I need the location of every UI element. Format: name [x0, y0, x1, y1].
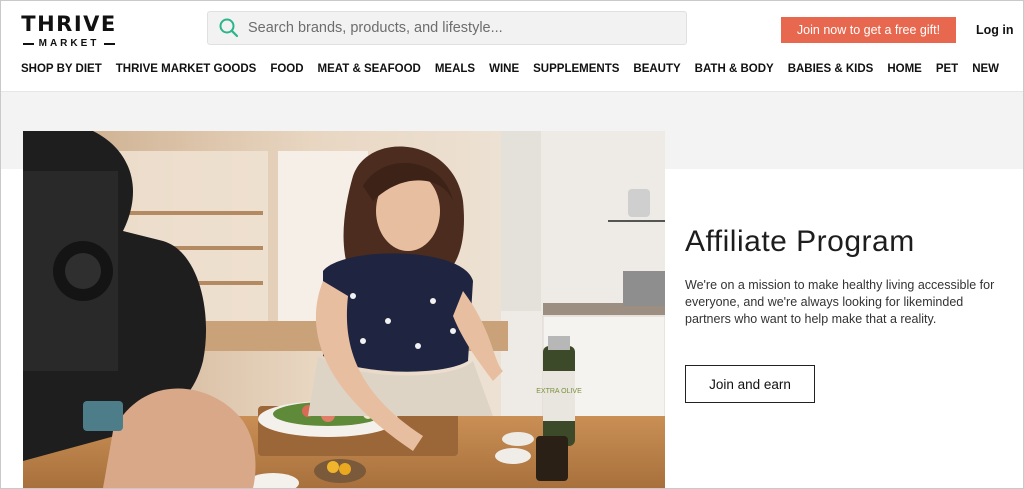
nav-item-supplements[interactable]: SUPPLEMENTS [533, 63, 619, 75]
logo-wordmark-bottom-row: MARKET [21, 38, 117, 49]
nav-item-new[interactable]: NEW [972, 63, 999, 75]
logo-rule-right [104, 42, 116, 45]
join-and-earn-button[interactable]: Join and earn [685, 365, 815, 403]
nav-item-babies-kids[interactable]: BABIES & KIDS [788, 63, 874, 75]
browser-frame: THRIVE MARKET Join now to get a free gif… [0, 0, 1024, 489]
hero-text-block: Affiliate Program We're on a mission to … [685, 225, 1015, 328]
page-title: Affiliate Program [685, 225, 915, 258]
nav-item-home[interactable]: HOME [887, 63, 922, 75]
nav-item-beauty[interactable]: BEAUTY [633, 63, 680, 75]
nav-item-thrive-market-goods[interactable]: THRIVE MARKET GOODS [116, 63, 257, 75]
site-header: THRIVE MARKET Join now to get a free gif… [1, 1, 1023, 92]
nav-item-pet[interactable]: PET [936, 63, 958, 75]
search-bar[interactable] [207, 11, 687, 45]
category-nav: SHOP BY DIET THRIVE MARKET GOODS FOOD ME… [21, 63, 1013, 75]
hero-illustration: EXTRA OLIVE [23, 131, 665, 488]
logo-wordmark-bottom: MARKET [38, 38, 100, 49]
bottle-label-text: EXTRA OLIVE [536, 388, 582, 395]
thrive-market-logo[interactable]: THRIVE MARKET [21, 13, 117, 49]
search-input[interactable] [248, 20, 668, 36]
nav-item-food[interactable]: FOOD [270, 63, 303, 75]
nav-item-wine[interactable]: WINE [489, 63, 519, 75]
logo-wordmark-top: THRIVE [21, 12, 117, 36]
search-icon [219, 18, 239, 38]
nav-item-bath-body[interactable]: BATH & BODY [695, 63, 774, 75]
nav-item-meals[interactable]: MEALS [435, 63, 475, 75]
login-link[interactable]: Log in [976, 23, 1014, 37]
nav-item-meat-seafood[interactable]: MEAT & SEAFOOD [318, 63, 421, 75]
logo-rule-left [22, 42, 34, 45]
nav-item-shop-by-diet[interactable]: SHOP BY DIET [21, 63, 102, 75]
hero-image-kitchen-scene: EXTRA OLIVE [23, 131, 665, 488]
join-free-gift-button[interactable]: Join now to get a free gift! [781, 17, 956, 43]
hero-description: We're on a mission to make healthy livin… [685, 278, 995, 326]
